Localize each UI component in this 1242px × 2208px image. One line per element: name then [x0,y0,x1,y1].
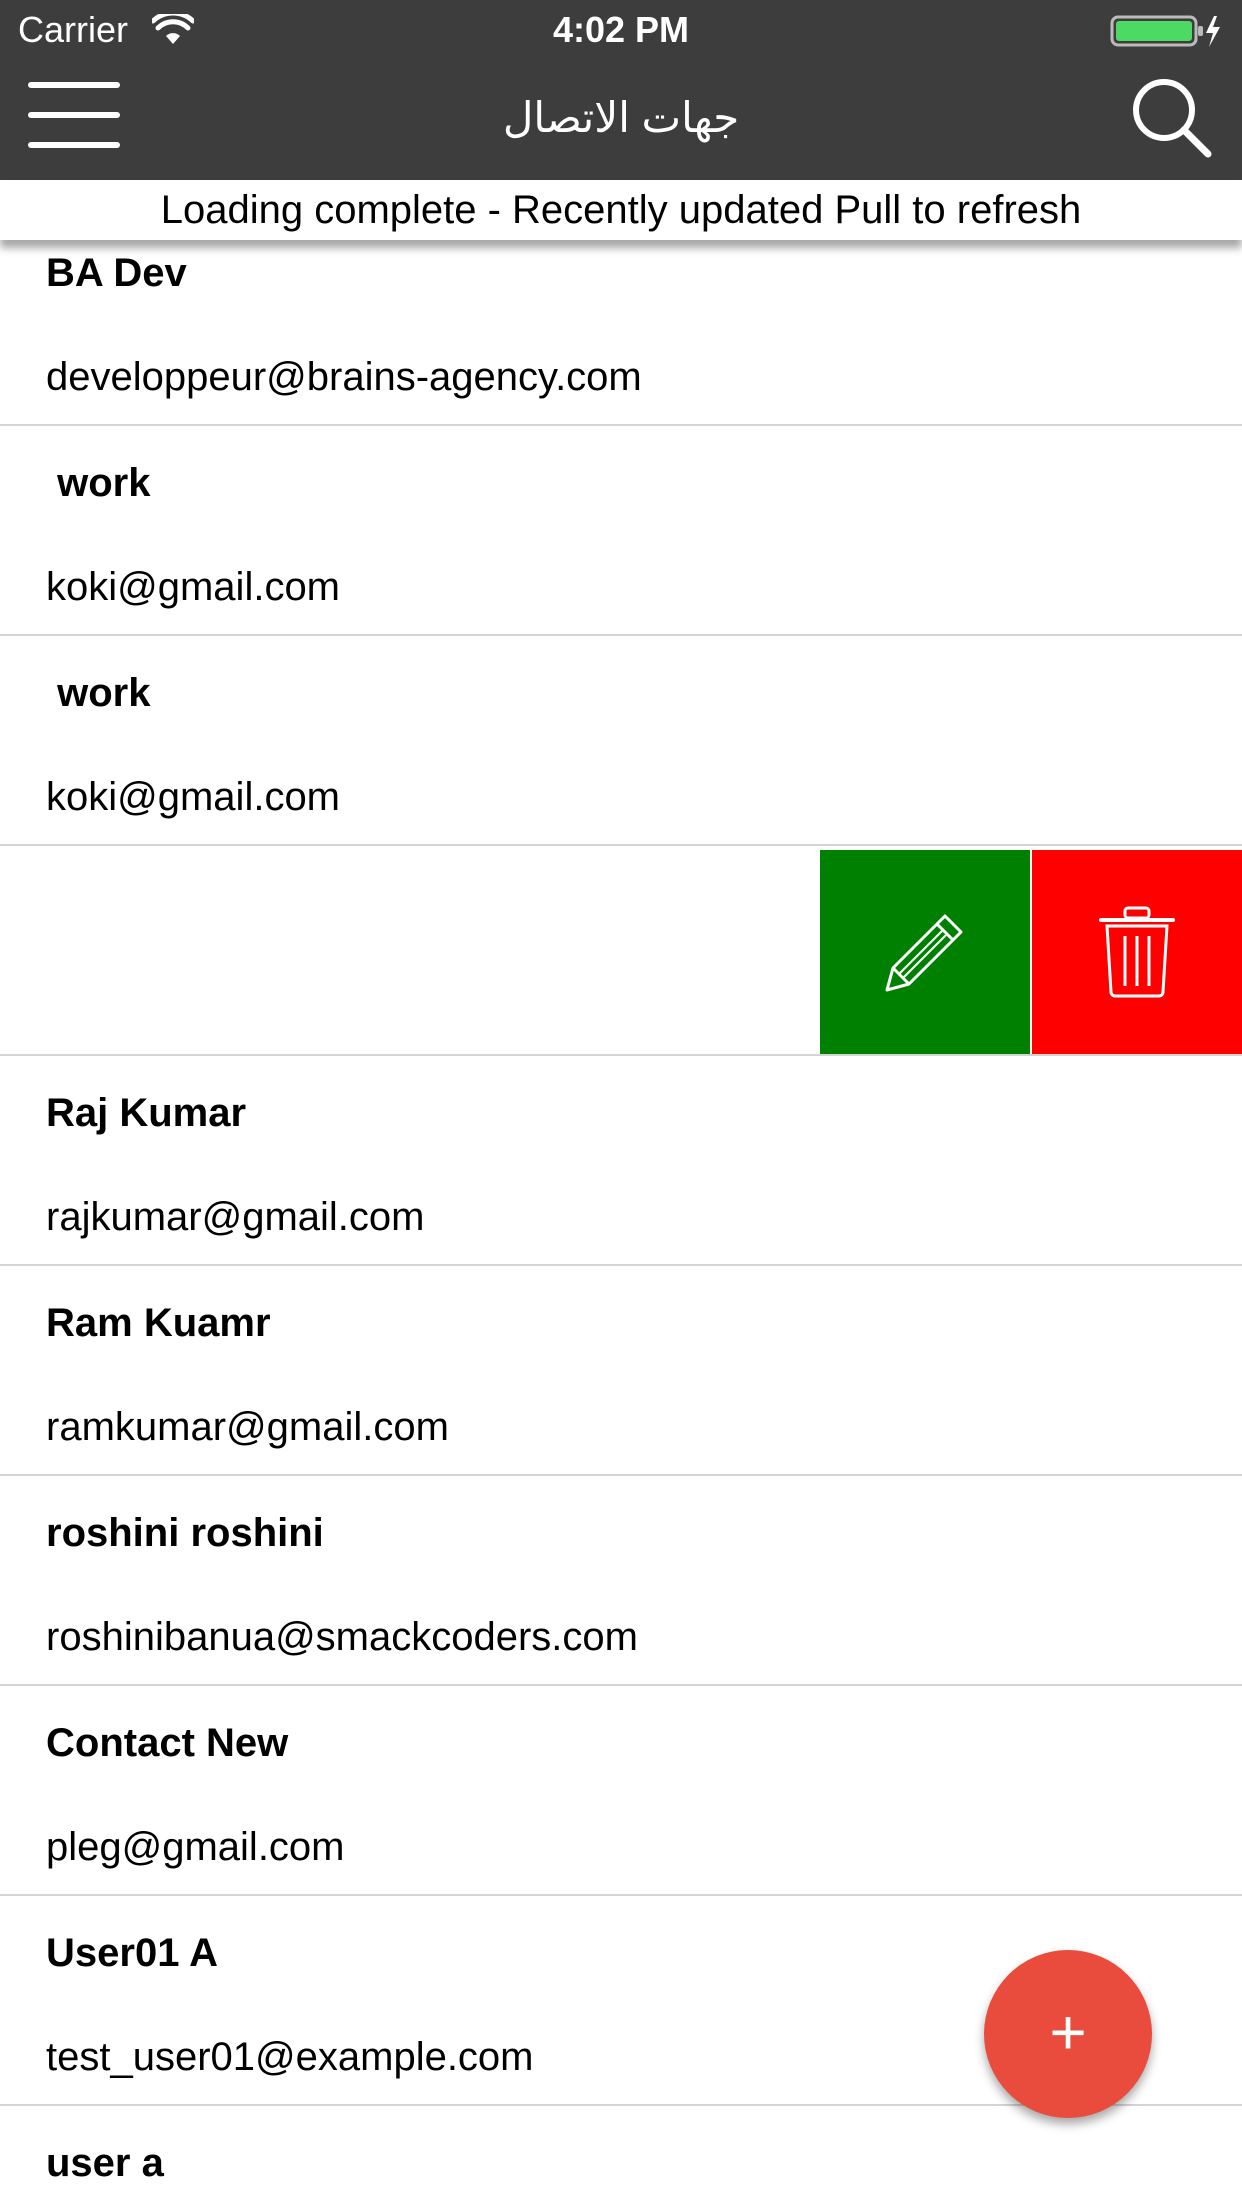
contact-row[interactable]: user a [0,2106,1242,2208]
contact-name: Ram Kuamr [46,1301,271,1345]
add-contact-button[interactable]: + [984,1950,1152,2118]
trash-icon [1099,906,1175,998]
contact-row[interactable]: Raj Kumar rajkumar@gmail.com [0,1056,1242,1266]
contact-email: rajkumar@gmail.com [46,1195,425,1239]
status-bar: Carrier 4:02 PM [0,0,1242,60]
contact-name: work [46,671,151,715]
pencil-icon [885,914,963,992]
contact-name: user a [46,2141,164,2185]
contact-name: roshini roshini [46,1511,324,1555]
battery-icon [1110,15,1220,47]
page-title: جهات الاتصال [502,94,740,141]
contact-name: work [46,461,151,505]
clock: 4:02 PM [552,9,690,50]
contact-email: koki@gmail.com [46,565,341,609]
contact-row[interactable]: roshini roshini roshinibanua@smackcoders… [0,1476,1242,1686]
contact-email: ramkumar@gmail.com [46,1405,449,1449]
contact-email: pleg@gmail.com [46,1825,345,1869]
contact-name: Contact New [46,1721,289,1765]
contact-email: test_user01@example.com [46,2035,534,2079]
search-icon[interactable] [1128,74,1214,160]
delete-button[interactable] [1032,850,1242,1054]
contact-email: roshinibanua@smackcoders.com [46,1615,638,1659]
contact-name: User01 A [46,1931,218,1975]
contact-name: BA Dev [46,251,187,295]
swipe-actions [820,850,1242,1054]
contact-email: developpeur@brains-agency.com [46,355,642,399]
pull-to-refresh-banner: Loading complete - Recently updated Pull… [0,180,1242,240]
contacts-screen: Carrier 4:02 PM جهات الاتصال Loading com… [0,0,1242,2208]
nav-bar: جهات الاتصال [0,60,1242,180]
contact-row[interactable]: work koki@gmail.com [0,426,1242,636]
edit-button[interactable] [820,850,1030,1054]
contact-row[interactable]: Contact New pleg@gmail.com [0,1686,1242,1896]
contact-row-swiped[interactable] [0,846,1242,1056]
contact-row[interactable]: work koki@gmail.com [0,636,1242,846]
contact-list: BA Dev developpeur@brains-agency.com wor… [0,180,1242,2208]
contact-row[interactable]: Ram Kuamr ramkumar@gmail.com [0,1266,1242,1476]
contact-name: Raj Kumar [46,1091,247,1135]
contact-email: koki@gmail.com [46,775,341,819]
